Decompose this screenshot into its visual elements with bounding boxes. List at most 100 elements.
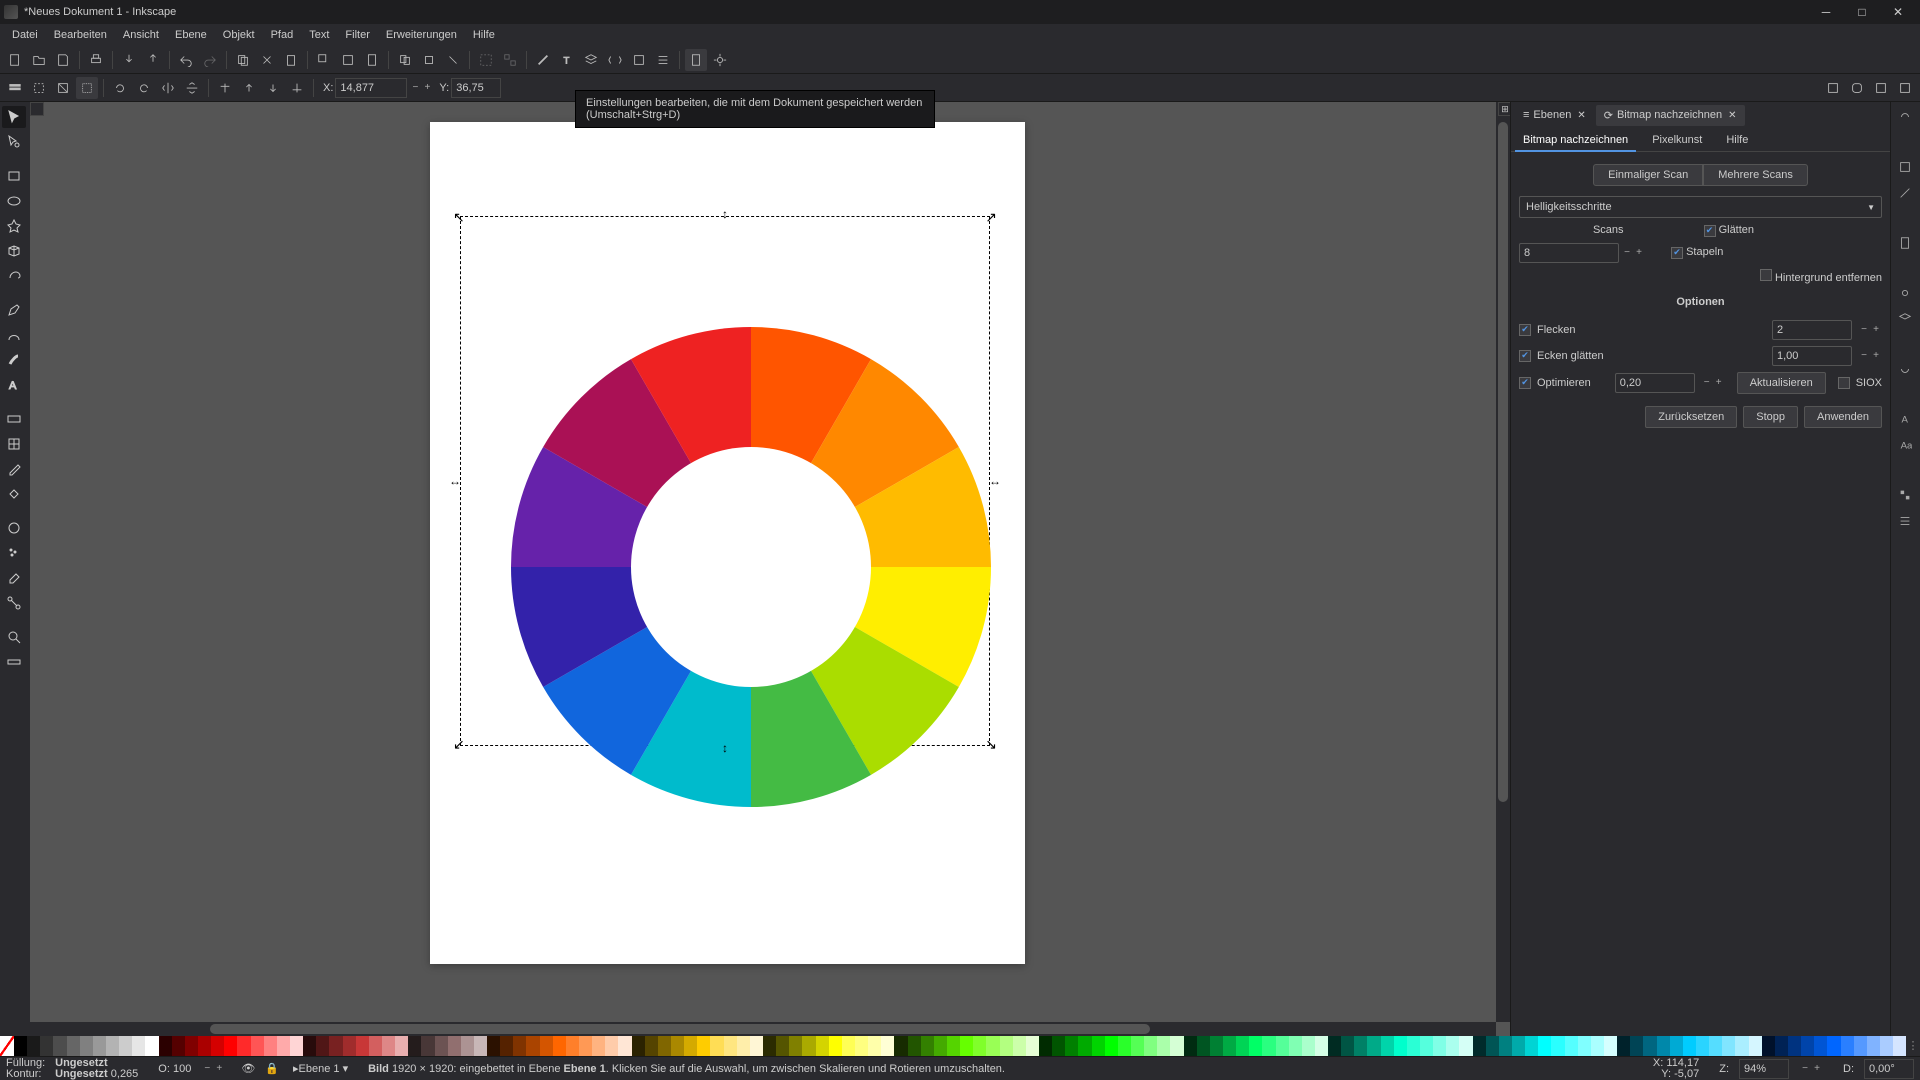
- palette-swatch[interactable]: [172, 1036, 185, 1056]
- palette-swatch[interactable]: [579, 1036, 592, 1056]
- palette-swatch[interactable]: [251, 1036, 264, 1056]
- visibility-icon[interactable]: 👁: [241, 1062, 255, 1075]
- palette-swatch[interactable]: [684, 1036, 697, 1056]
- siox-checkbox[interactable]: [1838, 377, 1850, 389]
- node-tool[interactable]: [2, 131, 26, 153]
- palette-swatch[interactable]: [290, 1036, 303, 1056]
- subtab-trace[interactable]: Bitmap nachzeichnen: [1515, 130, 1636, 150]
- palette-swatch[interactable]: [1052, 1036, 1065, 1056]
- calligraphy-tool[interactable]: [2, 349, 26, 371]
- palette-swatch[interactable]: [1210, 1036, 1223, 1056]
- close-icon[interactable]: ✕: [1577, 110, 1585, 121]
- palette-swatch[interactable]: [1854, 1036, 1867, 1056]
- palette-swatch[interactable]: [763, 1036, 776, 1056]
- palette-swatch[interactable]: [1315, 1036, 1328, 1056]
- rotate-ccw-button[interactable]: [109, 77, 131, 99]
- palette-swatch[interactable]: [67, 1036, 80, 1056]
- colorwheel-image[interactable]: [511, 327, 991, 807]
- no-fill-swatch[interactable]: [0, 1036, 14, 1056]
- palette-swatch[interactable]: [1775, 1036, 1788, 1056]
- gradient-tool[interactable]: [2, 408, 26, 430]
- palette-swatch[interactable]: [382, 1036, 395, 1056]
- palette-swatch[interactable]: [697, 1036, 710, 1056]
- dock-btn-1[interactable]: [1893, 106, 1917, 128]
- palette-swatch[interactable]: [80, 1036, 93, 1056]
- smooth-checkbox[interactable]: [1704, 225, 1716, 237]
- select-all-layers-button[interactable]: [4, 77, 26, 99]
- palette-swatch[interactable]: [1683, 1036, 1696, 1056]
- palette-swatch[interactable]: [500, 1036, 513, 1056]
- select-all-button[interactable]: [28, 77, 50, 99]
- palette-menu-icon[interactable]: ⋮: [1906, 1036, 1920, 1056]
- palette-swatch[interactable]: [1433, 1036, 1446, 1056]
- palette-swatch[interactable]: [40, 1036, 53, 1056]
- palette-swatch[interactable]: [1289, 1036, 1302, 1056]
- palette-swatch[interactable]: [737, 1036, 750, 1056]
- palette-swatch[interactable]: [421, 1036, 434, 1056]
- doc-properties-button[interactable]: [685, 49, 707, 71]
- palette-swatch[interactable]: [303, 1036, 316, 1056]
- palette-swatch[interactable]: [960, 1036, 973, 1056]
- raise-button[interactable]: [238, 77, 260, 99]
- zoom-tool[interactable]: [2, 626, 26, 648]
- copy-button[interactable]: [232, 49, 254, 71]
- palette-swatch[interactable]: [159, 1036, 172, 1056]
- import-button[interactable]: [118, 49, 140, 71]
- palette-swatch[interactable]: [947, 1036, 960, 1056]
- object-props-button[interactable]: [628, 49, 650, 71]
- palette-swatch[interactable]: [1565, 1036, 1578, 1056]
- palette-swatch[interactable]: [1735, 1036, 1748, 1056]
- palette-swatch[interactable]: [1762, 1036, 1775, 1056]
- dock-btn-7[interactable]: [1893, 358, 1917, 380]
- layer-selector[interactable]: ▸Ebene 1 ▾: [293, 1062, 348, 1075]
- palette-swatch[interactable]: [986, 1036, 999, 1056]
- undo-button[interactable]: [175, 49, 197, 71]
- palette-swatch[interactable]: [1394, 1036, 1407, 1056]
- palette-swatch[interactable]: [395, 1036, 408, 1056]
- dock-btn-2[interactable]: [1893, 156, 1917, 178]
- palette-swatch[interactable]: [264, 1036, 277, 1056]
- menu-hilfe[interactable]: Hilfe: [465, 26, 503, 44]
- palette-swatch[interactable]: [1302, 1036, 1315, 1056]
- palette-swatch[interactable]: [776, 1036, 789, 1056]
- palette-swatch[interactable]: [14, 1036, 27, 1056]
- speckles-checkbox[interactable]: [1519, 324, 1531, 336]
- palette-swatch[interactable]: [658, 1036, 671, 1056]
- clone-button[interactable]: [418, 49, 440, 71]
- palette-swatch[interactable]: [1000, 1036, 1013, 1056]
- palette-swatch[interactable]: [487, 1036, 500, 1056]
- raise-top-button[interactable]: [214, 77, 236, 99]
- subtab-help[interactable]: Hilfe: [1718, 130, 1756, 150]
- palette-swatch[interactable]: [211, 1036, 224, 1056]
- palette-swatch[interactable]: [277, 1036, 290, 1056]
- duplicate-button[interactable]: [394, 49, 416, 71]
- spray-tool[interactable]: [2, 542, 26, 564]
- palette-swatch[interactable]: [1473, 1036, 1486, 1056]
- palette-swatch[interactable]: [53, 1036, 66, 1056]
- eraser-tool[interactable]: [2, 567, 26, 589]
- apply-button[interactable]: Anwenden: [1804, 406, 1882, 428]
- palette-swatch[interactable]: [185, 1036, 198, 1056]
- palette-swatch[interactable]: [566, 1036, 579, 1056]
- palette-swatch[interactable]: [1657, 1036, 1670, 1056]
- maximize-button[interactable]: □: [1844, 0, 1880, 24]
- palette-swatch[interactable]: [1551, 1036, 1564, 1056]
- palette-swatch[interactable]: [868, 1036, 881, 1056]
- v-scrollbar[interactable]: [1496, 102, 1510, 1022]
- palette-swatch[interactable]: [1749, 1036, 1762, 1056]
- speckles-input[interactable]: 2: [1772, 320, 1852, 340]
- rotation-input[interactable]: 0,00°: [1864, 1059, 1914, 1079]
- deselect-button[interactable]: [52, 77, 74, 99]
- palette-swatch[interactable]: [106, 1036, 119, 1056]
- close-icon[interactable]: ✕: [1728, 110, 1736, 121]
- trace-tab[interactable]: ⟳ Bitmap nachzeichnen ✕: [1596, 105, 1745, 126]
- redo-button[interactable]: [199, 49, 221, 71]
- palette-swatch[interactable]: [1538, 1036, 1551, 1056]
- palette-swatch[interactable]: [750, 1036, 763, 1056]
- palette-swatch[interactable]: [1827, 1036, 1840, 1056]
- open-button[interactable]: [28, 49, 50, 71]
- menu-bearbeiten[interactable]: Bearbeiten: [46, 26, 115, 44]
- scan-mode-dropdown[interactable]: Helligkeitsschritte▼: [1519, 196, 1882, 218]
- snap-toggle[interactable]: ⊞: [1498, 102, 1510, 116]
- palette-swatch[interactable]: [881, 1036, 894, 1056]
